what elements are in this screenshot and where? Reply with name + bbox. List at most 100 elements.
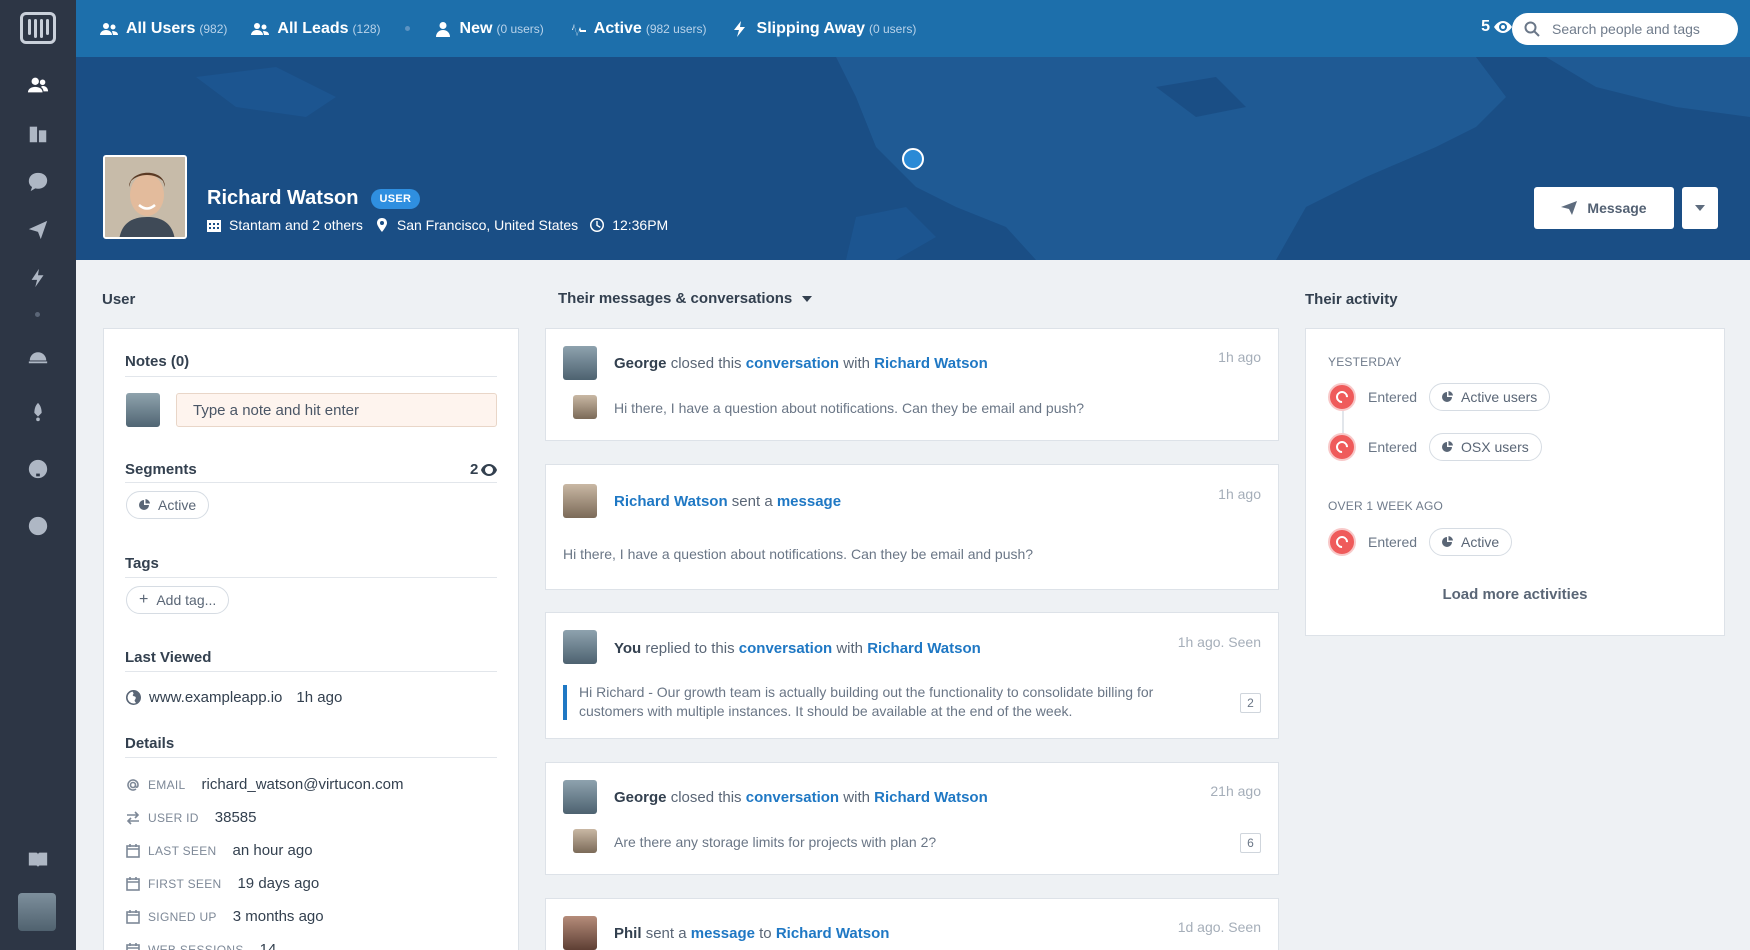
action-mid: to — [759, 925, 772, 942]
message-time: 21h ago — [1210, 783, 1261, 799]
search-box[interactable] — [1512, 13, 1738, 45]
activity-segment-pill[interactable]: Active users — [1429, 383, 1551, 411]
actor-name: George — [614, 789, 667, 806]
user-icon — [435, 21, 450, 37]
user-avatar-small — [573, 395, 597, 419]
load-more-activities-link[interactable]: Load more activities — [1305, 586, 1725, 603]
agent-avatar — [563, 630, 597, 664]
help-icon[interactable] — [26, 514, 50, 538]
user-link[interactable]: Richard Watson — [776, 925, 890, 942]
conversation-link[interactable]: conversation — [739, 640, 832, 657]
calendar-icon — [126, 942, 140, 950]
intercom-logo-icon[interactable] — [20, 12, 56, 44]
segment-filter-bar: All Users (982) All Leads (128) New (0 u… — [76, 0, 1750, 57]
users-icon — [100, 22, 118, 35]
eye-icon — [481, 463, 498, 476]
action-verb: closed this — [670, 355, 742, 372]
user-link[interactable]: Richard Watson — [874, 789, 988, 806]
profile-header: Richard Watson USER Stantam and 2 others… — [76, 57, 1750, 260]
user-link[interactable]: Richard Watson — [867, 640, 981, 657]
filter-label: Active — [593, 19, 642, 37]
reply-text: Hi Richard - Our growth team is actually… — [579, 683, 1153, 721]
reply-quote-bar — [563, 685, 567, 720]
segment-entered-icon — [1328, 433, 1356, 461]
companies-icon[interactable] — [26, 122, 50, 146]
profile-name: Richard Watson — [207, 187, 359, 209]
pie-chart-icon — [139, 499, 150, 510]
message-link[interactable]: message — [777, 493, 841, 510]
last-viewed-row: www.exampleapp.io 1h ago — [126, 689, 342, 706]
activity-segment-label: OSX users — [1461, 439, 1529, 455]
activity-segment-pill[interactable]: Active — [1429, 528, 1513, 556]
docs-book-icon[interactable] — [26, 848, 50, 872]
rocket-icon[interactable] — [26, 400, 50, 424]
message-link[interactable]: message — [691, 925, 755, 942]
filter-label: All Users — [126, 19, 196, 37]
inbox-bell-icon[interactable] — [26, 343, 50, 367]
filter-label: Slipping Away — [756, 19, 865, 37]
at-icon — [127, 778, 139, 791]
user-avatar — [563, 484, 597, 518]
bolt-icon — [733, 20, 745, 37]
current-user-avatar[interactable] — [18, 893, 56, 931]
conversation-card[interactable]: You replied to this conversation with Ri… — [545, 612, 1279, 739]
profile-meta: Stantam and 2 others San Francisco, Unit… — [207, 217, 680, 233]
segment-pill-label: Active — [158, 497, 197, 513]
detail-key: FIRST SEEN — [148, 876, 222, 891]
message-button[interactable]: Message — [1534, 187, 1674, 229]
message-header: Richard Watson sent a message — [614, 493, 841, 510]
message-preview: Hi there, I have a question about notifi… — [563, 546, 1034, 562]
filter-slipping-away[interactable]: Slipping Away (0 users) — [731, 19, 916, 38]
detail-key: EMAIL — [148, 777, 186, 792]
action-verb: sent a — [645, 925, 687, 942]
message-card[interactable]: Phil sent a message to Richard Watson 1d… — [545, 898, 1279, 950]
message-button-label: Message — [1587, 200, 1647, 216]
filter-count: (0 users) — [496, 21, 544, 36]
search-input[interactable] — [1552, 21, 1722, 37]
detail-key: WEB SESSIONS — [148, 942, 244, 950]
profile-name-row: Richard Watson USER — [207, 187, 421, 210]
filter-all-leads[interactable]: All Leads (128) — [251, 20, 381, 38]
detail-email: EMAIL richard_watson@virtucon.com — [126, 776, 404, 793]
location-pin-marker — [902, 148, 924, 170]
filter-new[interactable]: New (0 users) — [434, 20, 544, 38]
lightbulb-icon[interactable] — [26, 457, 50, 481]
outbound-icon[interactable] — [26, 218, 50, 242]
company-info[interactable]: Stantam and 2 others — [207, 217, 363, 233]
conversation-card[interactable]: George closed this conversation with Ric… — [545, 328, 1279, 441]
detail-web-sessions: WEB SESSIONS 14 — [126, 941, 276, 950]
conversation-card[interactable]: George closed this conversation with Ric… — [545, 762, 1279, 875]
conversation-link[interactable]: conversation — [746, 789, 839, 806]
conversations-icon[interactable] — [26, 170, 50, 194]
detail-key: LAST SEEN — [148, 843, 217, 858]
segment-pill-active[interactable]: Active — [126, 491, 210, 519]
filter-all-users[interactable]: All Users (982) — [100, 20, 227, 38]
globe-icon — [126, 690, 141, 705]
filter-count: (982) — [199, 21, 228, 36]
message-card[interactable]: Richard Watson sent a message 1h ago Hi … — [545, 464, 1279, 590]
segments-count[interactable]: 2 — [470, 461, 498, 478]
actor-name: George — [614, 355, 667, 372]
activity-item: Entered OSX users — [1328, 433, 1542, 461]
conversation-link[interactable]: conversation — [746, 355, 839, 372]
add-tag-button[interactable]: + Add tag... — [126, 586, 230, 614]
last-viewed-site[interactable]: www.exampleapp.io — [149, 689, 282, 706]
conversation-header: George closed this conversation with Ric… — [614, 355, 988, 372]
bolt-icon[interactable] — [26, 266, 50, 290]
message-preview: Hi there, I have a question about notifi… — [614, 400, 1085, 416]
activity-group-label: OVER 1 WEEK AGO — [1328, 499, 1444, 513]
people-icon[interactable] — [26, 73, 50, 97]
segments-count-value: 2 — [470, 461, 479, 478]
filter-active[interactable]: Active (982 users) — [567, 19, 707, 38]
activity-segment-pill[interactable]: OSX users — [1429, 433, 1542, 461]
messages-column-title[interactable]: Their messages & conversations — [558, 290, 813, 307]
user-link[interactable]: Richard Watson — [614, 493, 728, 510]
message-time: 1h ago — [1218, 349, 1261, 365]
note-input[interactable] — [176, 393, 497, 427]
user-link[interactable]: Richard Watson — [874, 355, 988, 372]
filter-count: (128) — [352, 21, 381, 36]
viewers-count[interactable]: 5 — [1481, 18, 1512, 36]
message-dropdown-toggle[interactable] — [1682, 187, 1718, 229]
filter-count: (982 users) — [645, 21, 707, 36]
filter-label: New — [459, 19, 493, 37]
